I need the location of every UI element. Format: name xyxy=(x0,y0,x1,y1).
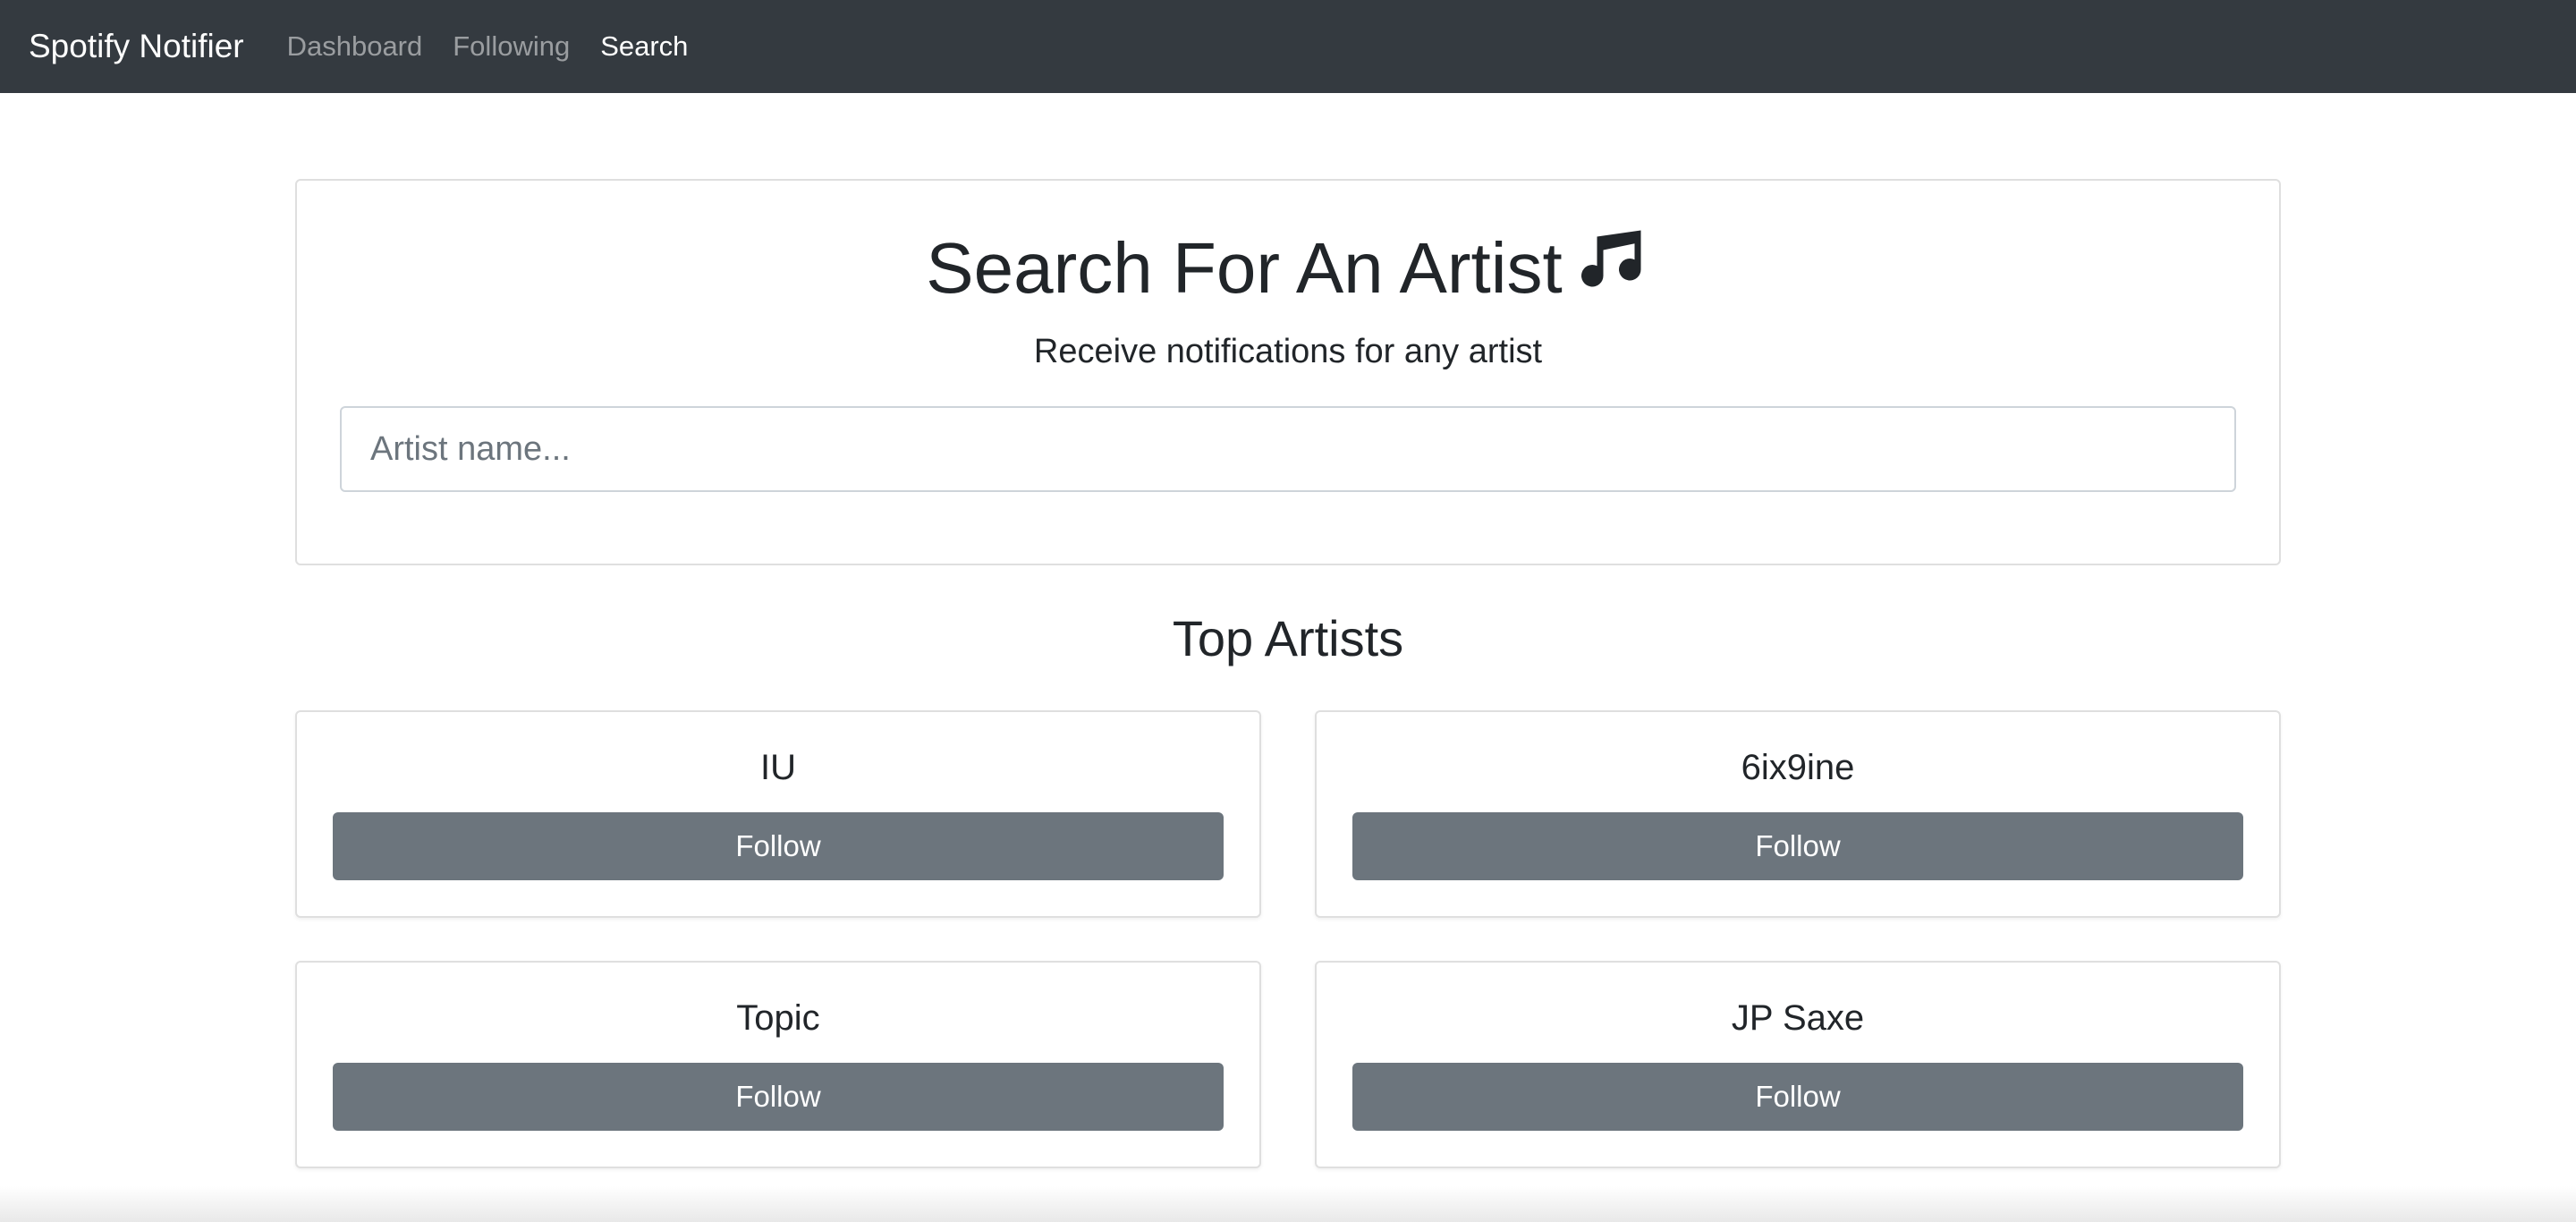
navbar: Spotify Notifier Dashboard Following Sea… xyxy=(0,0,2576,93)
brand-link[interactable]: Spotify Notifier xyxy=(29,28,244,65)
nav-link-dashboard[interactable]: Dashboard xyxy=(287,30,423,63)
follow-button[interactable]: Follow xyxy=(1352,812,2243,880)
artist-card: JP Saxe Follow xyxy=(1315,961,2281,1168)
music-note-icon xyxy=(1575,221,1650,315)
artist-name: JP Saxe xyxy=(1731,998,1865,1038)
artist-search-input[interactable] xyxy=(340,406,2236,492)
search-subtitle: Receive notifications for any artist xyxy=(1033,333,1543,370)
artist-card: Topic Follow xyxy=(295,961,1261,1168)
nav-link-following[interactable]: Following xyxy=(453,30,570,63)
artist-name: 6ix9ine xyxy=(1741,748,1855,787)
artist-name: Topic xyxy=(736,998,820,1038)
page-title: Search For An Artist xyxy=(0,225,2576,320)
follow-button[interactable]: Follow xyxy=(333,812,1224,880)
artist-name: IU xyxy=(760,748,796,787)
artist-card: IU Follow xyxy=(295,710,1261,918)
follow-button[interactable]: Follow xyxy=(1352,1063,2243,1131)
bottom-fade xyxy=(0,1186,2576,1222)
nav-link-search[interactable]: Search xyxy=(600,30,688,63)
search-title-text: Search For An Artist xyxy=(926,228,1563,308)
top-artists-heading: Top Artists xyxy=(1172,610,1404,666)
follow-button[interactable]: Follow xyxy=(333,1063,1224,1131)
artist-card: 6ix9ine Follow xyxy=(1315,710,2281,918)
